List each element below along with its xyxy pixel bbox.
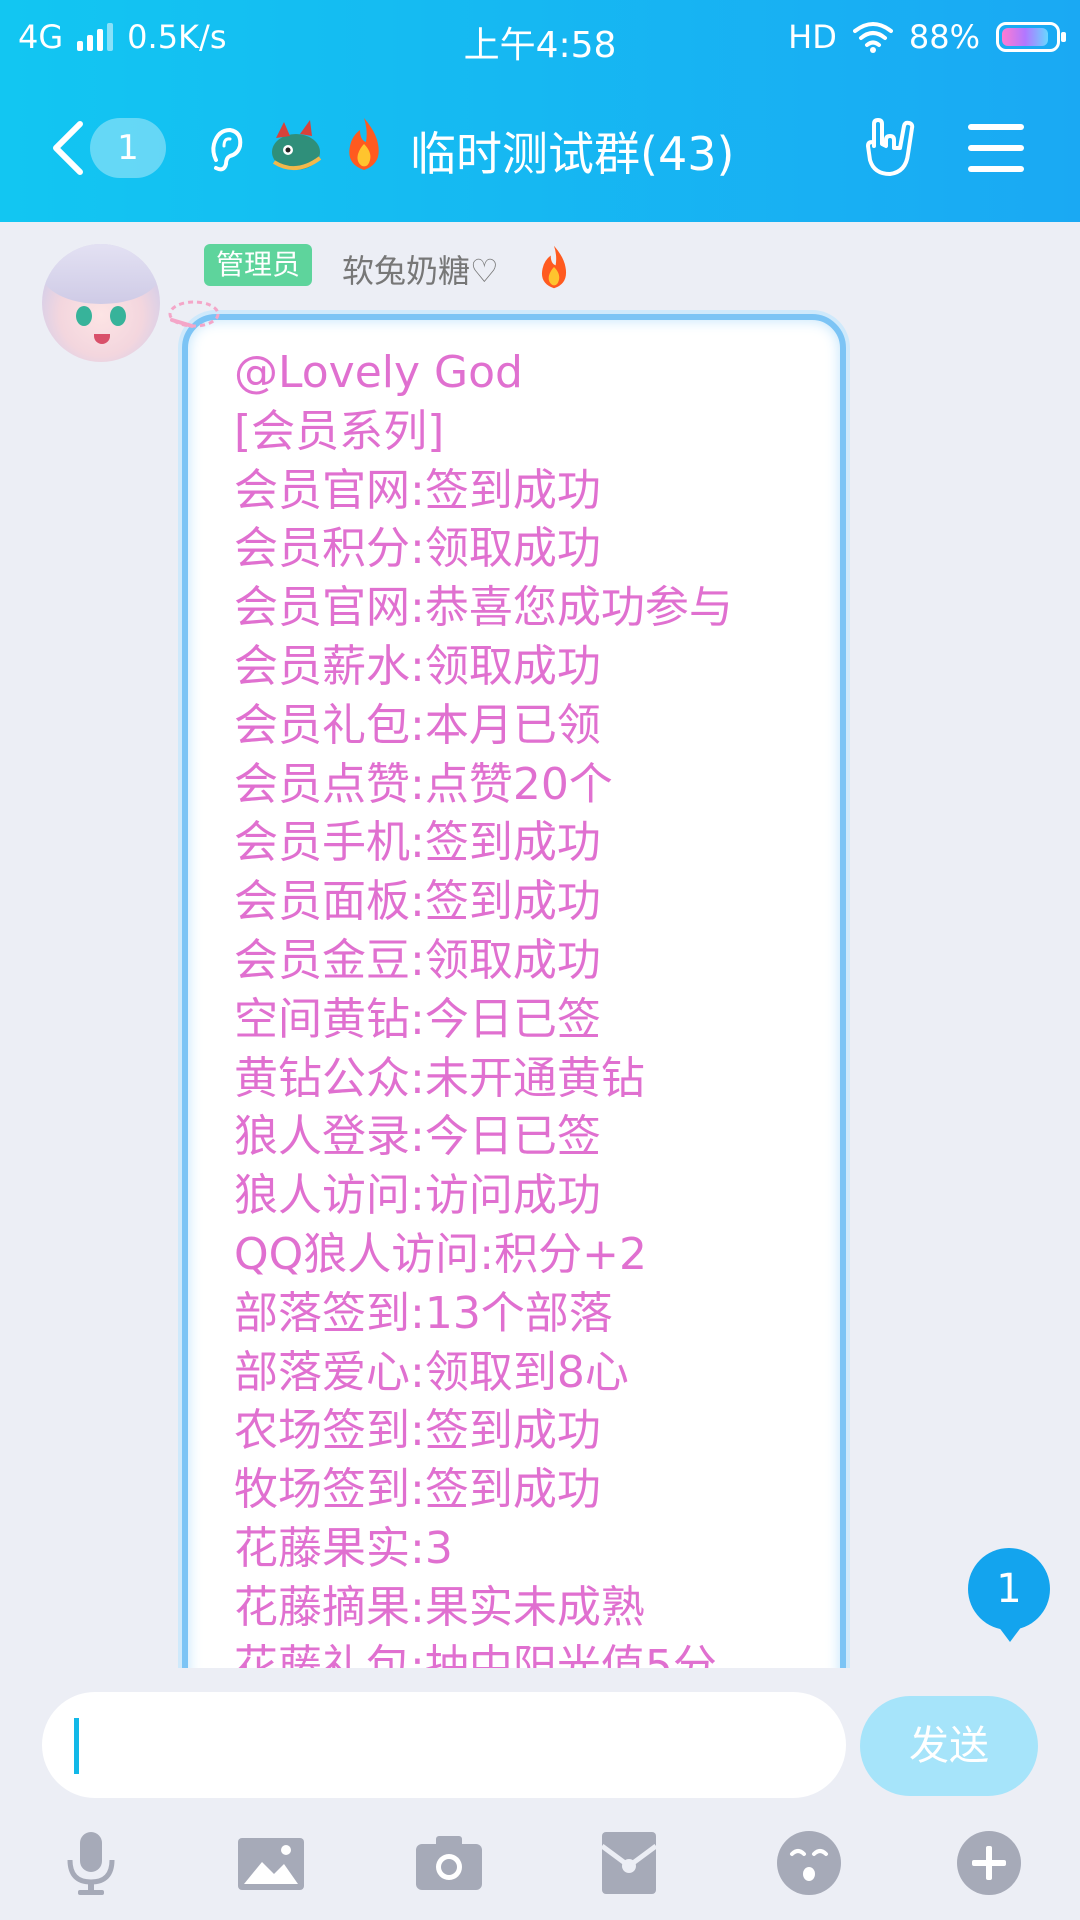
fire-icon: [349, 118, 379, 170]
message-line: 会员官网:签到成功: [234, 464, 601, 516]
message-line: 牧场签到:签到成功: [234, 1464, 601, 1516]
red-packet-icon[interactable]: [594, 1828, 664, 1898]
message-line: 会员礼包:本月已领: [234, 699, 601, 751]
message-line: 狼人登录:今日已签: [234, 1111, 601, 1163]
wifi-icon: [852, 22, 893, 53]
message-bubble[interactable]: @Lovely God [会员系列] 会员官网:签到成功 会员积分:领取成功会员官网:…: [182, 314, 846, 1668]
message-line: 农场签到:签到成功: [234, 1405, 601, 1457]
menu-button[interactable]: [968, 124, 1024, 172]
send-button[interactable]: 发送: [860, 1696, 1038, 1796]
message-line: @Lovely God: [234, 347, 523, 398]
message-line: 会员面板:签到成功: [234, 876, 601, 928]
input-bar: 发送: [0, 1668, 1080, 1920]
bubble-decoration-icon: [168, 300, 220, 328]
emoji-icon[interactable]: [774, 1828, 844, 1898]
dragon-icon: [272, 120, 322, 170]
unread-count-badge[interactable]: 1: [90, 118, 166, 178]
battery-percent: 88%: [908, 18, 980, 56]
message-line: 黄钻公众:未开通黄钻: [234, 1052, 645, 1104]
admin-badge: 管理员: [204, 244, 313, 286]
back-button[interactable]: [44, 116, 94, 180]
status-bar: 4G 0.5K/s 上午4:58 HD 88%: [0, 0, 1080, 74]
rock-hand-icon[interactable]: [860, 116, 922, 178]
plus-icon[interactable]: [954, 1828, 1024, 1898]
message-line: 部落签到:13个部落: [234, 1287, 613, 1339]
hd-indicator: HD: [788, 18, 837, 56]
message-line: 会员点赞:点赞20个: [234, 758, 613, 810]
message-line: 部落爱心:领取到8心: [234, 1346, 629, 1398]
message-input[interactable]: [42, 1692, 846, 1798]
avatar[interactable]: [42, 244, 160, 362]
text-caret: [74, 1718, 79, 1774]
message-line: 会员官网:恭喜您成功参与: [234, 582, 733, 634]
image-icon[interactable]: [236, 1828, 306, 1898]
message-line: [会员系列]: [234, 405, 445, 457]
chat-area[interactable]: 管理员 软兔奶糖♡ @Lovely God [会员系列] 会员官网:签到成功 会员积分…: [0, 222, 1080, 1668]
message-line: 花藤摘果:果实未成熟: [234, 1581, 645, 1633]
camera-icon[interactable]: [414, 1828, 484, 1898]
ear-icon[interactable]: [206, 126, 246, 174]
microphone-icon[interactable]: [56, 1828, 126, 1898]
message-line: 会员薪水:领取成功: [234, 640, 601, 692]
battery-icon: [996, 22, 1066, 52]
sender-name[interactable]: 软兔奶糖♡: [342, 246, 499, 292]
message-text: @Lovely God [会员系列] 会员官网:签到成功 会员积分:领取成功会员官网:…: [234, 344, 733, 1668]
message-line: 空间黄钻:今日已签: [234, 993, 601, 1045]
message-line: QQ狼人访问:积分+2: [234, 1228, 647, 1280]
message-line: 狼人访问:访问成功: [234, 1170, 601, 1222]
message-line: 会员金豆:领取成功: [234, 934, 601, 986]
header: 4G 0.5K/s 上午4:58 HD 88% 1 临时测试群(43): [0, 0, 1080, 222]
message-line: 会员积分:领取成功: [234, 523, 601, 575]
message-line: 会员手机:签到成功: [234, 817, 601, 869]
message-line: 花藤果实:3: [234, 1522, 453, 1574]
new-message-badge[interactable]: 1: [968, 1548, 1050, 1642]
group-title[interactable]: 临时测试群(43): [410, 118, 734, 184]
navigation-bar: 1 临时测试群(43): [0, 74, 1080, 222]
fire-icon: [541, 245, 567, 289]
message-line: 花藤礼包:抽中阳光值5分: [234, 1640, 717, 1668]
